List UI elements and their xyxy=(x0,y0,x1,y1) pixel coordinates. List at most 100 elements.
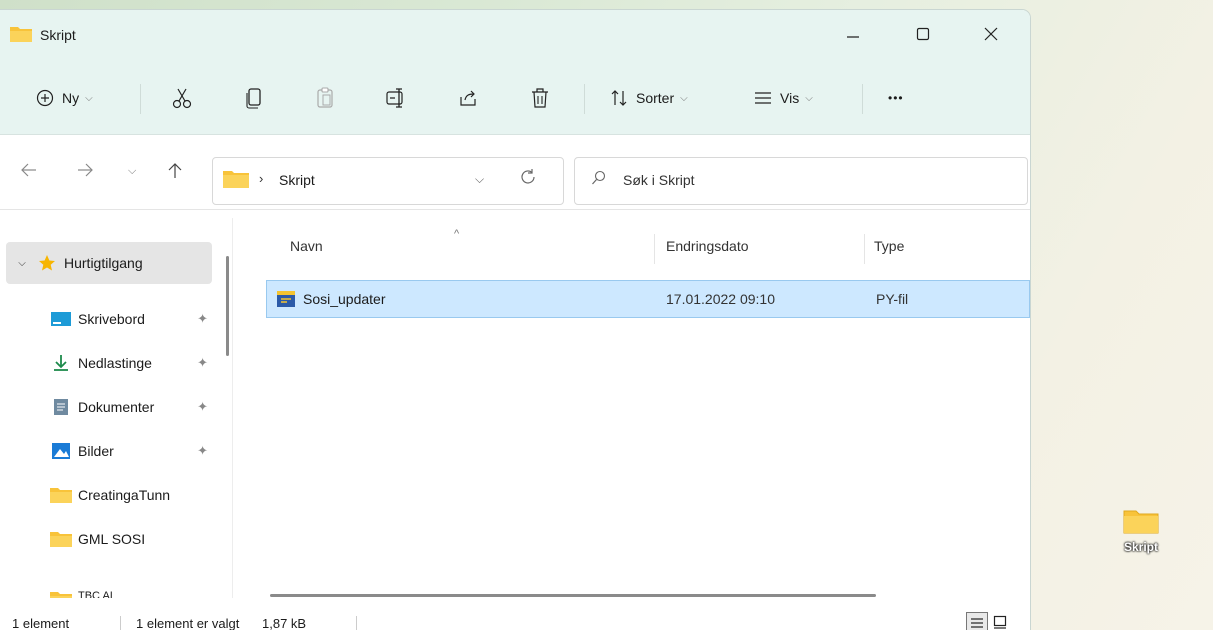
search-box[interactable]: Søk i Skript xyxy=(574,157,1028,205)
address-dropdown-chevron-icon[interactable]: ⌵ xyxy=(475,172,484,187)
chevron-down-icon: ⌵ xyxy=(805,92,813,104)
sidebar-item-quick-access[interactable]: ⌵ Hurtigtilgang xyxy=(6,242,212,284)
copy-icon xyxy=(246,87,264,109)
column-divider[interactable] xyxy=(864,234,865,264)
recent-locations-chevron-icon[interactable]: ⌵ xyxy=(128,165,136,178)
share-button[interactable] xyxy=(458,82,478,114)
folder-icon xyxy=(10,26,32,42)
sidebar-item-gml-sosi[interactable]: GML SOSI xyxy=(50,518,214,560)
desktop-folder-label: Skript xyxy=(1123,540,1158,554)
sort-ascending-icon: ^ xyxy=(454,228,460,240)
large-icons-view-button[interactable] xyxy=(990,612,1010,630)
search-icon xyxy=(591,170,607,186)
file-date: 17.01.2022 09:10 xyxy=(666,291,775,307)
file-type: PY-fil xyxy=(876,291,909,307)
column-header-type[interactable]: Type xyxy=(874,238,904,254)
more-options-button[interactable]: ••• xyxy=(888,82,904,114)
sidebar-item-label: Bilder xyxy=(78,443,114,459)
pictures-icon xyxy=(50,442,72,460)
command-bar: Ny ⌵ Sorter ⌵ Vis ⌵ ••• xyxy=(0,62,1030,135)
sidebar-item-label: Nedlastinge xyxy=(78,355,152,371)
folder-icon xyxy=(223,170,249,188)
sidebar-item-creatingatunn[interactable]: CreatingaTunn xyxy=(50,474,214,516)
pin-icon: ✦ xyxy=(197,311,208,326)
folder-icon xyxy=(50,590,72,598)
copy-button[interactable] xyxy=(246,82,264,114)
status-bar: 1 element 1 element er valgt 1,87 kB xyxy=(0,606,1030,630)
minimize-button[interactable] xyxy=(830,10,876,58)
pin-icon: ✦ xyxy=(197,355,208,370)
view-lines-icon xyxy=(754,91,772,105)
rename-icon xyxy=(386,87,406,109)
maximize-button[interactable] xyxy=(900,10,946,58)
toolbar-divider xyxy=(140,84,141,114)
toolbar-divider xyxy=(584,84,585,114)
sidebar-item-desktop[interactable]: Skrivebord ✦ xyxy=(50,298,214,340)
column-divider[interactable] xyxy=(654,234,655,264)
new-button[interactable]: Ny ⌵ xyxy=(36,82,93,114)
new-label: Ny xyxy=(62,90,80,106)
column-header-date[interactable]: Endringsdato xyxy=(666,238,749,254)
refresh-icon[interactable] xyxy=(519,168,537,186)
star-icon xyxy=(36,254,58,272)
sidebar-item-pictures[interactable]: Bilder ✦ xyxy=(50,430,214,472)
sort-icon xyxy=(610,89,628,107)
sidebar-item-label: TBC AI xyxy=(78,590,113,598)
file-list: ^ Navn Endringsdato Type Sosi_updater 17… xyxy=(244,218,1030,598)
share-icon xyxy=(458,88,478,108)
sort-label: Sorter xyxy=(636,90,675,106)
sidebar-item-documents[interactable]: Dokumenter ✦ xyxy=(50,386,214,428)
pin-icon: ✦ xyxy=(197,443,208,458)
folder-icon xyxy=(1123,508,1159,534)
chevron-down-icon: ⌵ xyxy=(18,257,26,269)
search-placeholder: Søk i Skript xyxy=(623,172,695,188)
file-explorer-window: Skript Ny ⌵ Sorter ⌵ Vis ⌵ ••• ⌵ › Skrip… xyxy=(0,10,1030,630)
up-arrow-icon[interactable] xyxy=(166,161,184,179)
sidebar-item-label: CreatingaTunn xyxy=(78,487,171,503)
python-file-icon xyxy=(277,291,295,307)
sidebar-item-downloads[interactable]: Nedlastinge ✦ xyxy=(50,342,214,384)
cut-button[interactable] xyxy=(172,82,192,114)
chevron-down-icon: ⌵ xyxy=(680,92,688,104)
folder-icon xyxy=(50,530,72,548)
view-label: Vis xyxy=(780,90,800,106)
navigation-pane: ⌵ Hurtigtilgang Skrivebord ✦ Nedlastinge… xyxy=(0,218,232,598)
sort-button[interactable]: Sorter ⌵ xyxy=(610,82,688,114)
address-bar[interactable]: › Skript ⌵ xyxy=(212,157,564,205)
toolbar-divider xyxy=(862,84,863,114)
sidebar-scrollbar[interactable] xyxy=(226,256,229,356)
folder-icon xyxy=(50,486,72,504)
forward-arrow-icon[interactable] xyxy=(76,161,94,179)
address-row: ⌵ › Skript ⌵ Søk i Skript xyxy=(0,135,1030,210)
delete-button[interactable] xyxy=(530,82,550,114)
status-divider xyxy=(356,616,357,630)
breadcrumb-skript[interactable]: Skript xyxy=(279,172,315,188)
plus-circle-icon xyxy=(36,89,54,107)
status-divider xyxy=(120,616,121,630)
document-icon xyxy=(50,398,72,416)
selected-size: 1,87 kB xyxy=(262,616,307,630)
pane-divider[interactable] xyxy=(232,218,233,598)
title-bar: Skript xyxy=(0,10,1030,62)
paste-icon xyxy=(316,87,334,109)
trash-icon xyxy=(530,87,550,109)
rename-button[interactable] xyxy=(386,82,406,114)
horizontal-scrollbar[interactable] xyxy=(270,594,876,597)
column-header-name[interactable]: Navn xyxy=(290,238,323,254)
sidebar-item-label: Skrivebord xyxy=(78,311,145,327)
sidebar-item-tbc-ai[interactable]: TBC AI xyxy=(50,562,214,598)
back-arrow-icon[interactable] xyxy=(20,161,38,179)
details-view-button[interactable] xyxy=(966,612,988,630)
paste-button[interactable] xyxy=(316,82,334,114)
file-name: Sosi_updater xyxy=(303,291,386,307)
breadcrumb-separator: › xyxy=(259,171,264,186)
window-title: Skript xyxy=(40,27,76,43)
main-area: ⌵ Hurtigtilgang Skrivebord ✦ Nedlastinge… xyxy=(0,218,1030,598)
close-button[interactable] xyxy=(968,10,1014,58)
view-button[interactable]: Vis ⌵ xyxy=(754,82,813,114)
file-row[interactable]: Sosi_updater 17.01.2022 09:10 PY-fil xyxy=(266,280,1030,318)
sidebar-item-label: Hurtigtilgang xyxy=(64,255,143,271)
desktop-folder-skript[interactable]: Skript xyxy=(1103,508,1179,588)
chevron-down-icon: ⌵ xyxy=(85,92,93,104)
item-count: 1 element xyxy=(12,616,70,630)
